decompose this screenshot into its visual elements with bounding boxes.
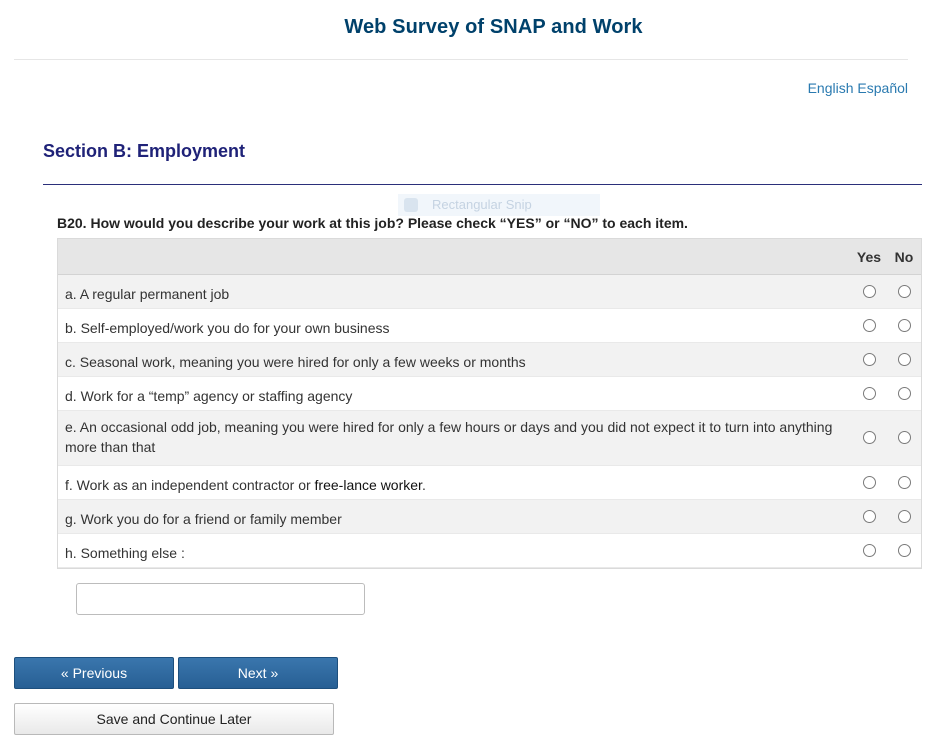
radio-no-g[interactable] [898, 509, 911, 523]
row-label-b: b. Self-employed/work you do for your ow… [65, 320, 390, 336]
column-header-no: No [894, 249, 914, 265]
section-divider [43, 184, 922, 185]
grid-row-f: f. Work as an independent contractor or … [58, 466, 921, 500]
page-title: Web Survey of SNAP and Work [344, 16, 643, 38]
section-heading: Section B: Employment [43, 141, 246, 161]
row-label-e: e. An occasional odd job, meaning you we… [65, 419, 833, 455]
grid-row-g: g. Work you do for a friend or family me… [58, 500, 921, 534]
radio-no-h[interactable] [898, 543, 911, 557]
row-label-c: c. Seasonal work, meaning you were hired… [65, 354, 526, 370]
language-switcher: English Español [808, 80, 908, 96]
english-link[interactable]: English [808, 80, 854, 96]
snip-overlay-label: Rectangular Snip [432, 197, 532, 212]
title-divider [14, 59, 908, 60]
previous-button[interactable]: « Previous [14, 657, 174, 689]
snip-overlay: Rectangular Snip [398, 194, 600, 216]
radio-yes-d[interactable] [863, 386, 876, 400]
radio-yes-c[interactable] [863, 352, 876, 366]
grid-row-h: h. Something else : [58, 534, 921, 568]
grid-row-e: e. An occasional odd job, meaning you we… [58, 411, 921, 466]
next-button[interactable]: Next » [178, 657, 338, 689]
grid-row-a: a. A regular permanent job [58, 275, 921, 309]
spanish-link[interactable]: Español [857, 80, 908, 96]
column-header-yes: Yes [856, 249, 882, 265]
radio-no-a[interactable] [898, 284, 911, 298]
survey-page: Web Survey of SNAP and Work English Espa… [0, 0, 941, 748]
row-label-d: d. Work for a “temp” agency or staffing … [65, 388, 353, 404]
radio-no-d[interactable] [898, 386, 911, 400]
radio-yes-f[interactable] [863, 475, 876, 489]
grid-row-b: b. Self-employed/work you do for your ow… [58, 309, 921, 343]
grid-header: Yes No [58, 239, 921, 275]
radio-no-e[interactable] [898, 431, 911, 444]
radio-yes-e[interactable] [863, 431, 876, 444]
something-else-input[interactable] [76, 583, 365, 615]
radio-yes-a[interactable] [863, 284, 876, 298]
radio-yes-b[interactable] [863, 318, 876, 332]
radio-yes-h[interactable] [863, 543, 876, 557]
radio-no-f[interactable] [898, 475, 911, 489]
row-label-f-emphasis: free-lance worker [314, 477, 422, 493]
radio-no-c[interactable] [898, 352, 911, 366]
grid-row-d: d. Work for a “temp” agency or staffing … [58, 377, 921, 411]
row-label-g: g. Work you do for a friend or family me… [65, 511, 342, 527]
row-label-f: f. Work as an independent contractor or … [65, 475, 840, 495]
row-label-f-suffix: . [421, 477, 426, 493]
row-label-f-prefix: f. Work as an independent contractor or [65, 477, 315, 493]
radio-yes-g[interactable] [863, 509, 876, 523]
question-text: B20. How would you describe your work at… [57, 215, 688, 231]
grid-row-c: c. Seasonal work, meaning you were hired… [58, 343, 921, 377]
row-label-h: h. Something else : [65, 545, 185, 561]
save-continue-later-button[interactable]: Save and Continue Later [14, 703, 334, 735]
radio-no-b[interactable] [898, 318, 911, 332]
row-label-a: a. A regular permanent job [65, 286, 230, 302]
snip-icon [404, 198, 418, 212]
question-grid: Yes No a. A regular permanent job b. Sel… [57, 238, 922, 569]
